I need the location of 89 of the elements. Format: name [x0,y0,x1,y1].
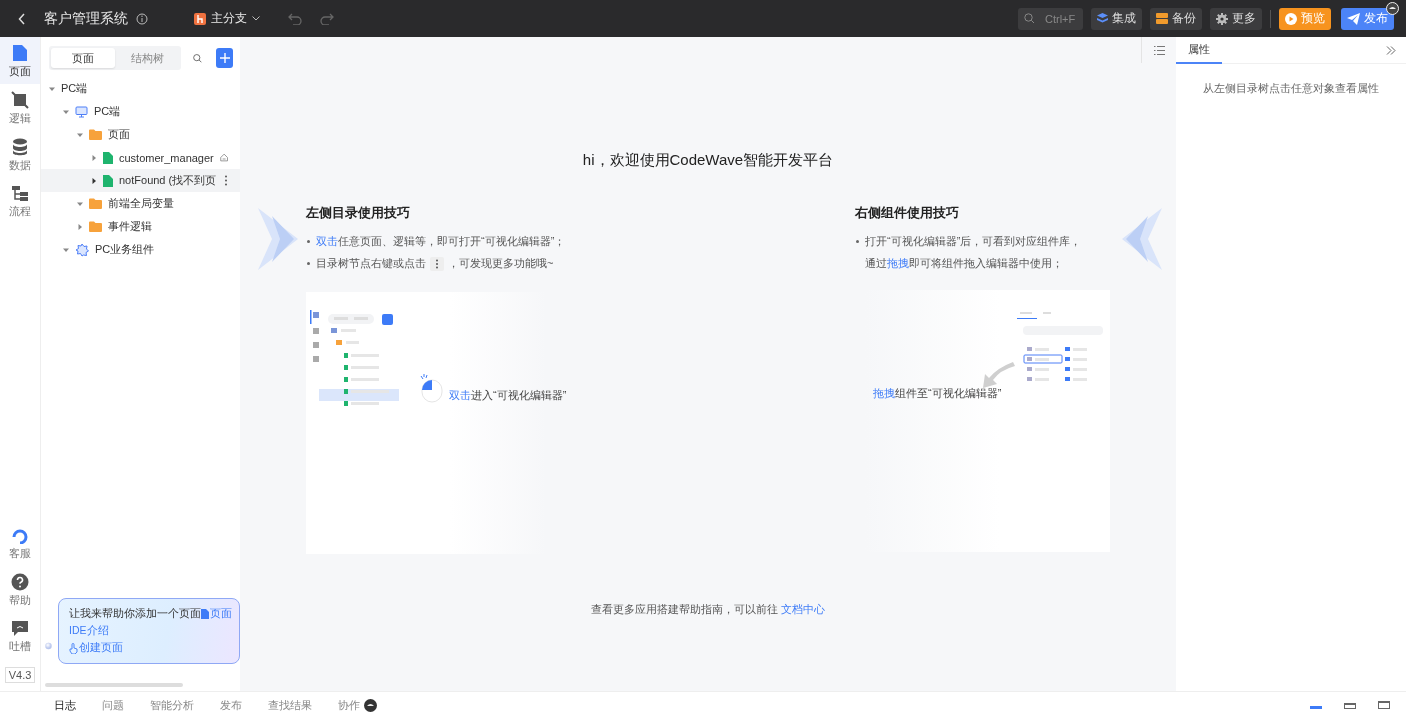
panel-tab[interactable]: 页面 [51,48,115,68]
search-field[interactable]: Ctrl+F [1018,7,1083,30]
bottom-tab[interactable]: 协作 [327,697,388,713]
search-icon [1024,13,1035,24]
bottom-tab[interactable]: 查找结果 [257,697,323,713]
tree-item[interactable]: 前端全局变量 [108,196,174,211]
app-title: 客户管理系统 [44,9,128,28]
bottom-tab[interactable]: 发布 [209,697,253,713]
play-icon [1285,12,1297,25]
intro-link[interactable]: IDE介绍 [69,624,109,638]
search-icon[interactable] [193,52,203,64]
sidebar-button[interactable]: 帮助 [0,566,40,613]
empty-hint: 从左侧目录树点击任意对象查看属性 [1202,82,1380,96]
panel-tab[interactable]: 结构树 [115,48,179,68]
help-text: 查看更多应用搭建帮助指南，可以前往 文档中心 [590,602,826,617]
monitor-icon [75,105,88,118]
page-icon [12,44,28,62]
folder-icon [89,198,102,209]
pointer-icon [69,642,78,654]
page-icon [201,609,209,619]
more-icon[interactable] [224,175,228,186]
storage-icon [1156,13,1168,24]
flow-icon [11,185,29,202]
tree-item[interactable]: 事件逻辑 [108,219,152,234]
help-icon [11,573,29,591]
more-button[interactable]: 更多 [1210,7,1262,30]
tip-text: 目录树节点右键或点击 ，可发现更多功能哦~ [306,252,606,274]
docs-link[interactable]: 文档中心 [781,603,826,615]
chevron-drawing [258,208,298,270]
sidebar-button[interactable]: 客服 [0,519,40,566]
bottom-tab[interactable]: 问题 [91,697,135,713]
illustration-caption: 拖拽组件至“可视化编辑器” [873,386,1002,401]
sidebar-tab[interactable]: 流程 [0,178,40,224]
redo-icon[interactable] [320,12,334,25]
sidebar-tab[interactable]: 数据 [0,131,40,178]
send-icon [1347,12,1360,25]
publish-button[interactable]: 发布 [1341,7,1394,30]
branch-icon [194,12,206,25]
properties-tab[interactable]: 属性 [1176,37,1222,64]
undo-icon[interactable] [288,12,302,25]
layout-icon[interactable] [1344,701,1356,709]
page-icon [103,174,113,187]
illustration-caption: 双击进入“可视化编辑器” [449,388,567,403]
list-icon[interactable] [1153,45,1165,55]
double-chevron-icon[interactable] [1386,45,1396,55]
backup-button[interactable]: 备份 [1150,7,1202,30]
branch-selector[interactable]: 主分支 [194,10,260,27]
puzzle-icon [75,242,89,257]
home-icon[interactable] [219,152,228,163]
tree-item[interactable]: 页面 [108,127,130,142]
database-icon [12,138,28,156]
tip-text: 打开“可视化编辑器”后，可看到对应组件库， 通过拖拽即可将组件拖入编辑器中使用； [855,230,1155,274]
folder-icon [89,221,102,232]
page-icon [103,151,113,164]
tips-heading: 右侧组件使用技巧 [855,204,960,222]
bottom-tab[interactable]: 日志 [41,697,87,713]
tree-item[interactable]: PC业务组件 [95,242,155,257]
welcome-title: hi，欢迎使用CodeWave智能开发平台 [582,151,834,170]
tips-heading: 左侧目录使用技巧 [306,204,411,222]
bottom-tab[interactable]: 智能分析 [139,697,205,713]
folder-icon [89,129,102,140]
version-label: V4.3 [4,667,36,683]
tree-item[interactable]: customer_manager [119,151,214,164]
settings-icon [1216,12,1228,25]
chevron-drawing [1122,208,1162,270]
layout-icon[interactable] [1378,701,1390,709]
scrollbar[interactable] [45,683,183,687]
more-icon [430,257,444,272]
page-link[interactable]: 页面 [201,607,232,621]
tree-item[interactable]: PC端 [61,81,88,96]
chevron-down-icon [252,16,260,21]
integrate-button[interactable]: 集成 [1091,7,1142,30]
avatar-icon[interactable] [1386,2,1399,15]
info-icon[interactable] [136,12,148,25]
sidebar-button[interactable]: 吐槽 [0,613,40,659]
mouse-icon [418,374,444,404]
back-icon[interactable] [18,12,26,25]
plus-icon [219,53,230,63]
add-button[interactable] [216,48,233,68]
logic-icon [11,91,29,109]
sidebar-tab[interactable]: 页面 [0,37,40,84]
chat-icon [11,620,29,637]
create-page-link[interactable]: 创建页面 [69,641,123,655]
tree-item[interactable]: PC端 [94,104,121,119]
sidebar-tab[interactable]: 逻辑 [0,84,40,131]
tip-text: 双击任意页面、逻辑等，即可打开“可视化编辑器”； [306,230,606,252]
layers-icon [1097,13,1108,24]
assistant-message: 让我来帮助你添加一个页面 [69,607,201,621]
caret-icon[interactable] [91,177,97,184]
